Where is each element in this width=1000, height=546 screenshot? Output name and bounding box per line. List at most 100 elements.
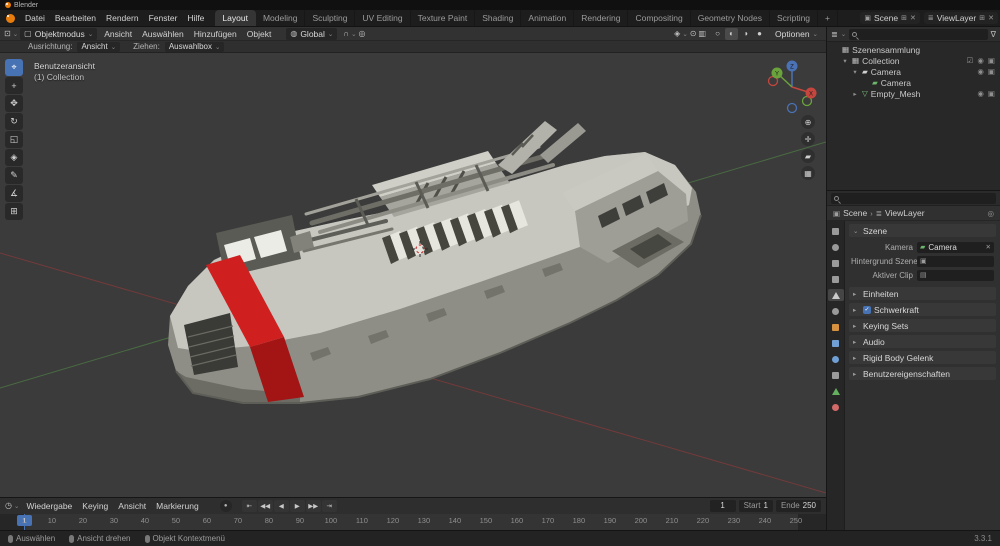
workspace-tab-animation[interactable]: Animation bbox=[521, 10, 575, 26]
panel-szene[interactable]: ⌄ Szene bbox=[849, 224, 996, 237]
outliner-row-camera[interactable]: ▰ Camera bbox=[827, 77, 1000, 88]
options-menu[interactable]: Optionen ⌄ bbox=[771, 28, 822, 40]
camera-toggle-icon[interactable]: ▣ bbox=[988, 56, 995, 65]
move-tool[interactable]: ✥ bbox=[5, 95, 23, 112]
workspace-tab-rendering[interactable]: Rendering bbox=[574, 10, 629, 26]
viewport-menu-ausw-hlen[interactable]: Auswählen bbox=[137, 29, 189, 39]
mode-selector[interactable]: ▢ Objektmodus ⌄ bbox=[20, 27, 98, 40]
transform-tool[interactable]: ◈ bbox=[5, 149, 23, 166]
outliner-editor-icon[interactable]: ≣ bbox=[831, 30, 838, 39]
overlays-toggle-icon[interactable]: ⊙ bbox=[690, 29, 697, 38]
workspace-tab-modeling[interactable]: Modeling bbox=[256, 10, 306, 26]
workspace-tab-scripting[interactable]: Scripting bbox=[770, 10, 819, 26]
shading-rendered-icon[interactable]: ● bbox=[753, 28, 766, 40]
gizmo-negative-z[interactable] bbox=[786, 102, 798, 114]
pin-icon[interactable]: ◎ bbox=[987, 209, 994, 218]
data-tab[interactable] bbox=[828, 385, 844, 397]
aktiver-clip-input[interactable]: ▤ bbox=[917, 269, 994, 281]
breadcrumb-scene[interactable]: Scene bbox=[843, 208, 867, 218]
object-tab[interactable] bbox=[828, 321, 844, 333]
workspace-tab-compositing[interactable]: Compositing bbox=[628, 10, 691, 26]
checkbox-toggle-icon[interactable]: ☑ bbox=[967, 56, 974, 65]
xray-toggle-icon[interactable]: ▥ bbox=[698, 29, 706, 38]
timeline-menu-ansicht[interactable]: Ansicht bbox=[113, 501, 151, 511]
play-reverse-button[interactable]: ◀ bbox=[273, 499, 289, 512]
spaceship-model[interactable] bbox=[168, 121, 702, 404]
app-menu-button[interactable] bbox=[0, 10, 20, 26]
measure-tool[interactable]: ∡ bbox=[5, 185, 23, 202]
annotate-tool[interactable]: ✎ bbox=[5, 167, 23, 184]
eye-toggle-icon[interactable]: ◉ bbox=[977, 67, 984, 76]
panel-einheiten[interactable]: ▸ Einheiten bbox=[849, 287, 996, 300]
panel-schwerkraft[interactable]: ▸ ✓ Schwerkraft bbox=[849, 303, 996, 316]
panel-benutzereigenschaften[interactable]: ▸ Benutzereigenschaften bbox=[849, 367, 996, 380]
proportional-editing-icon[interactable]: ◎ bbox=[359, 29, 366, 38]
timeline-editor-icon[interactable]: ◷ bbox=[5, 501, 12, 510]
eye-toggle-icon[interactable]: ◉ bbox=[977, 89, 984, 98]
topbar-menu-fenster[interactable]: Fenster bbox=[144, 10, 183, 26]
timeline-menu-markierung[interactable]: Markierung bbox=[151, 501, 204, 511]
viewport-menu-ansicht[interactable]: Ansicht bbox=[99, 29, 137, 39]
filter-icon[interactable]: ∇ bbox=[991, 30, 996, 39]
auto-keyframe-button[interactable]: ● bbox=[219, 499, 232, 512]
eye-toggle-icon[interactable]: ◉ bbox=[977, 56, 984, 65]
zoom-icon[interactable]: ⊕ bbox=[801, 115, 815, 129]
output-tab[interactable] bbox=[828, 257, 844, 269]
workspace-tab-sculpting[interactable]: Sculpting bbox=[305, 10, 356, 26]
orientation-setting-dropdown[interactable]: Ansicht ⌄ bbox=[77, 41, 121, 52]
properties-search-input[interactable] bbox=[831, 192, 996, 204]
frame-end-field[interactable]: Ende 250 bbox=[775, 499, 821, 512]
expander-icon[interactable]: ▸ bbox=[851, 90, 859, 98]
expander-icon[interactable]: ▾ bbox=[841, 57, 849, 65]
unlink-scene-icon[interactable]: ✕ bbox=[910, 14, 916, 22]
play-button[interactable]: ▶ bbox=[289, 499, 305, 512]
snap-magnet-icon[interactable]: ∩ bbox=[343, 29, 349, 38]
viewport-menu-hinzuf-gen[interactable]: Hinzufügen bbox=[189, 29, 242, 39]
drag-setting-dropdown[interactable]: Auswahlbox ⌄ bbox=[164, 41, 225, 52]
rotate-tool[interactable]: ↻ bbox=[5, 113, 23, 130]
timeline-menu-wiedergabe[interactable]: Wiedergabe bbox=[21, 501, 77, 511]
checkbox-checked-icon[interactable]: ✓ bbox=[863, 305, 871, 314]
select-box-tool[interactable]: ⌖ bbox=[5, 59, 23, 76]
gizmo-toggle-icon[interactable]: ◈ bbox=[674, 29, 680, 38]
outliner-row-camera[interactable]: ▾ ▰ Camera ◉ ▣ bbox=[827, 66, 1000, 77]
camera-view-icon[interactable]: ▰ bbox=[801, 149, 815, 163]
workspace-tab-uv-editing[interactable]: UV Editing bbox=[355, 10, 411, 26]
remove-viewlayer-icon[interactable]: ✕ bbox=[988, 14, 994, 22]
expander-icon[interactable]: ▾ bbox=[851, 68, 859, 76]
panel-rigid-body-gelenk[interactable]: ▸ Rigid Body Gelenk bbox=[849, 351, 996, 364]
perspective-toggle-icon[interactable]: ▦ bbox=[801, 166, 815, 180]
viewport-canvas[interactable] bbox=[0, 53, 826, 497]
3d-viewport[interactable]: Benutzeransicht (1) Collection ⌖ + ✥ ↻ ◱ ◈ ✎ ∡ ⊞… bbox=[0, 53, 826, 497]
outliner-search-input[interactable] bbox=[849, 28, 988, 40]
modifiers-tab[interactable] bbox=[828, 337, 844, 349]
outliner-row-empty-mesh[interactable]: ▸ ▽ Empty_Mesh ◉ ▣ bbox=[827, 88, 1000, 99]
physics-tab[interactable] bbox=[828, 353, 844, 365]
constraints-tab[interactable] bbox=[828, 369, 844, 381]
camera-toggle-icon[interactable]: ▣ bbox=[988, 67, 995, 76]
frame-start-field[interactable]: Start 1 bbox=[738, 499, 773, 512]
outliner-row-collection[interactable]: ▾ ▦ Collection ☑ ◉ ▣ bbox=[827, 55, 1000, 66]
editor-type-icon[interactable]: ⊡ bbox=[4, 29, 11, 38]
breadcrumb-viewlayer[interactable]: ViewLayer bbox=[885, 208, 925, 218]
render-tab[interactable] bbox=[828, 241, 844, 253]
viewlayer-selector[interactable]: ≣ ViewLayer ⊞ ✕ bbox=[923, 12, 998, 24]
camera-toggle-icon[interactable]: ▣ bbox=[988, 89, 995, 98]
panel-keying-sets[interactable]: ▸ Keying Sets bbox=[849, 319, 996, 332]
scene-tab[interactable] bbox=[827, 289, 844, 301]
tool-tab[interactable] bbox=[828, 225, 844, 237]
timeline-menu-keying[interactable]: Keying bbox=[77, 501, 113, 511]
shading-wireframe-icon[interactable]: ○ bbox=[711, 28, 724, 40]
timeline-ruler[interactable]: 1 1 10 20 30 40 50 60 70 80 90 100 110 120 130 140 150 1… bbox=[0, 513, 826, 530]
new-scene-icon[interactable]: ⊞ bbox=[901, 14, 907, 22]
material-tab[interactable] bbox=[828, 401, 844, 413]
prev-keyframe-button[interactable]: ◀◀ bbox=[257, 499, 273, 512]
pan-icon[interactable]: ✛ bbox=[801, 132, 815, 146]
add-cube-tool[interactable]: ⊞ bbox=[5, 203, 23, 220]
workspace-tab-geometry-nodes[interactable]: Geometry Nodes bbox=[691, 10, 770, 26]
clear-icon[interactable]: ✕ bbox=[986, 243, 991, 251]
workspace-tab-shading[interactable]: Shading bbox=[475, 10, 522, 26]
topbar-menu-bearbeiten[interactable]: Bearbeiten bbox=[50, 10, 101, 26]
topbar-menu-datei[interactable]: Datei bbox=[20, 10, 50, 26]
world-tab[interactable] bbox=[828, 305, 844, 317]
